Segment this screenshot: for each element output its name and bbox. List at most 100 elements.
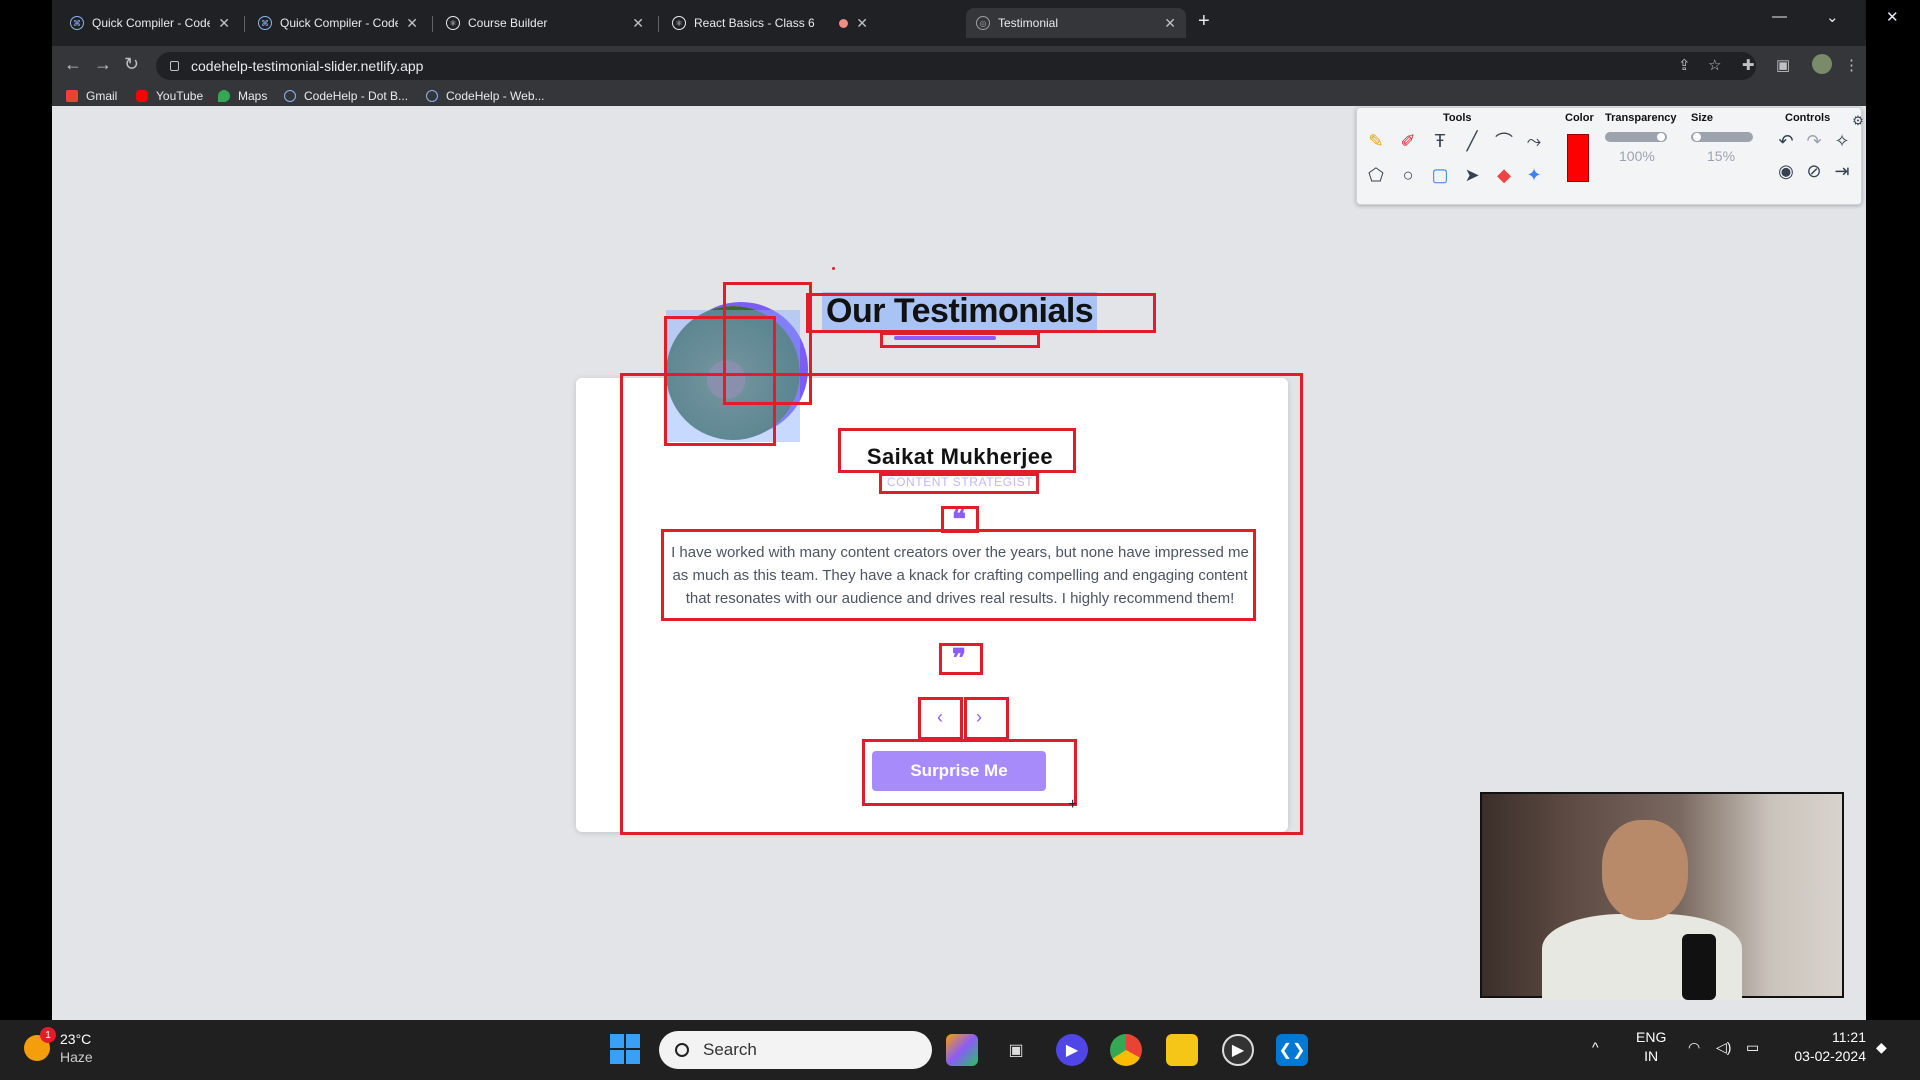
- camera-icon[interactable]: ◉: [1773, 158, 1799, 184]
- profile-avatar[interactable]: [1812, 54, 1832, 74]
- annotation-box-next: [964, 697, 1009, 740]
- tab-title: Testimonial: [998, 16, 1059, 30]
- forward-arrow-icon[interactable]: →: [94, 54, 112, 75]
- tab-quick-compiler-1[interactable]: ⌘ Quick Compiler - CodeHelp Lab ✕: [60, 8, 240, 38]
- task-view-icon[interactable]: ▣: [1000, 1034, 1032, 1066]
- tab-quick-compiler-2[interactable]: ⌘ Quick Compiler - CodeHelp Lab ✕: [248, 8, 428, 38]
- close-tab-icon[interactable]: ✕: [632, 15, 644, 32]
- webcam-overlay: [1480, 792, 1844, 1000]
- tab-course-builder[interactable]: ⚛ Course Builder ✕: [436, 8, 654, 38]
- transparency-knob[interactable]: [1657, 133, 1665, 141]
- bookmark-star-icon[interactable]: ☆: [1708, 56, 1721, 74]
- codehelp-favicon-icon: ⌘: [258, 16, 272, 30]
- bookmark-label: YouTube: [156, 89, 204, 103]
- tab-title: Quick Compiler - CodeHelp Lab: [280, 16, 399, 30]
- reload-icon[interactable]: ↻: [124, 54, 139, 75]
- tab-react-basics[interactable]: ⚛ React Basics - Class 6 ✕: [662, 8, 878, 38]
- taskbar-search[interactable]: Search: [659, 1031, 932, 1069]
- new-tab-button[interactable]: +: [1198, 10, 1210, 33]
- battery-icon[interactable]: ▭: [1746, 1038, 1759, 1057]
- vscode-icon[interactable]: ❮❯: [1276, 1034, 1308, 1066]
- circle-icon[interactable]: ○: [1395, 162, 1421, 188]
- back-arrow-icon[interactable]: ←: [64, 54, 82, 75]
- annotation-box-job: [879, 473, 1039, 494]
- close-tab-icon[interactable]: ✕: [406, 15, 418, 32]
- annotation-box-close-quote: [939, 643, 983, 675]
- side-panel-icon[interactable]: ▣: [1776, 56, 1790, 74]
- globe-icon: ◎: [976, 16, 990, 30]
- hide-eye-icon[interactable]: ⊘: [1801, 158, 1827, 184]
- tab-separator: [658, 16, 659, 32]
- url-text: codehelp-testimonial-slider.netlify.app: [191, 58, 424, 74]
- size-knob[interactable]: [1693, 133, 1701, 141]
- tab-search-icon[interactable]: ⌄: [1826, 8, 1839, 26]
- media-player-icon[interactable]: ▶: [1222, 1034, 1254, 1066]
- annotation-box-button: [862, 739, 1077, 806]
- close-window-button[interactable]: ✕: [1886, 8, 1899, 26]
- undo-icon[interactable]: ↶: [1773, 128, 1799, 154]
- chrome-icon[interactable]: [1110, 1034, 1142, 1066]
- size-slider[interactable]: [1691, 132, 1753, 142]
- bookmark-label: CodeHelp - Dot B...: [304, 89, 409, 103]
- codehelp-icon: [284, 90, 296, 102]
- browser-toolbar: ← → ↻ codehelp-testimonial-slider.netlif…: [52, 46, 1866, 86]
- curve-tool-icon[interactable]: ⌒: [1491, 128, 1517, 154]
- clock[interactable]: 11:21 03-02-2024: [1786, 1028, 1866, 1066]
- share-icon[interactable]: ⇪: [1678, 56, 1691, 74]
- arrow-line-icon[interactable]: ⤳: [1521, 128, 1547, 154]
- file-explorer-icon[interactable]: [1166, 1034, 1198, 1066]
- clear-broom-icon[interactable]: ✧: [1829, 128, 1855, 154]
- close-tab-icon[interactable]: ✕: [856, 15, 868, 32]
- select-pointer-icon[interactable]: ➤: [1459, 162, 1485, 188]
- address-bar[interactable]: codehelp-testimonial-slider.netlify.app: [156, 52, 1756, 80]
- bookmarks-bar: Gmail YouTube Maps CodeHelp - Dot B... C…: [52, 86, 1866, 106]
- show-hidden-icons[interactable]: ^: [1592, 1038, 1599, 1057]
- text-tool-icon[interactable]: Ŧ: [1427, 128, 1453, 154]
- line-tool-icon[interactable]: ╱: [1459, 128, 1485, 154]
- copilot-icon[interactable]: [946, 1034, 978, 1066]
- weather-condition: Haze: [60, 1049, 93, 1065]
- transparency-value: 100%: [1619, 148, 1655, 164]
- tab-strip: ⌘ Quick Compiler - CodeHelp Lab ✕ ⌘ Quic…: [52, 0, 1899, 46]
- weather-widget[interactable]: 1 23°C Haze: [24, 1027, 93, 1066]
- rectangle-icon[interactable]: ▢: [1427, 162, 1453, 188]
- exit-icon[interactable]: ⇥: [1829, 158, 1855, 184]
- bookmark-maps[interactable]: Maps: [218, 86, 267, 106]
- react-favicon-icon: ⚛: [672, 16, 686, 30]
- menu-dots-icon[interactable]: ⋮: [1844, 56, 1859, 74]
- lock-icon: [170, 61, 179, 71]
- color-swatch[interactable]: [1567, 134, 1589, 182]
- minimize-button[interactable]: —: [1772, 8, 1787, 25]
- eraser-icon[interactable]: ◆: [1491, 162, 1517, 188]
- annotation-box-photo: [664, 316, 776, 446]
- extensions-icon[interactable]: ✚: [1742, 56, 1755, 74]
- close-tab-icon[interactable]: ✕: [218, 15, 230, 32]
- notification-bell-icon[interactable]: ◆: [1876, 1038, 1887, 1057]
- person-face: [1602, 820, 1688, 920]
- bookmark-codehelp-dotb[interactable]: CodeHelp - Dot B...: [284, 86, 408, 106]
- bookmark-youtube[interactable]: YouTube: [136, 86, 203, 106]
- lang-text: ENG: [1636, 1029, 1667, 1045]
- language-indicator[interactable]: ENG IN: [1636, 1028, 1666, 1066]
- teams-chat-icon[interactable]: ▶: [1056, 1034, 1088, 1066]
- polygon-icon[interactable]: ⬠: [1363, 162, 1389, 188]
- tab-testimonial[interactable]: ◎ Testimonial ✕: [966, 8, 1186, 38]
- fill-bucket-icon[interactable]: ✦: [1521, 162, 1547, 188]
- region-text: IN: [1644, 1048, 1659, 1064]
- transparency-slider[interactable]: [1605, 132, 1667, 142]
- highlighter-icon[interactable]: ✐: [1395, 128, 1421, 154]
- redo-icon[interactable]: ↷: [1801, 128, 1827, 154]
- wifi-icon[interactable]: ◠: [1688, 1038, 1700, 1057]
- tab-separator: [432, 16, 433, 32]
- tab-title: Quick Compiler - CodeHelp Lab: [92, 16, 211, 30]
- volume-icon[interactable]: ◁): [1716, 1038, 1731, 1057]
- transparency-label: Transparency: [1605, 112, 1677, 124]
- bookmark-label: CodeHelp - Web...: [446, 89, 545, 103]
- pencil-icon[interactable]: ✎: [1363, 128, 1389, 154]
- annotation-box-name: [838, 428, 1076, 473]
- bookmark-codehelp-web[interactable]: CodeHelp - Web...: [426, 86, 545, 106]
- close-tab-icon[interactable]: ✕: [1164, 15, 1176, 32]
- bookmark-gmail[interactable]: Gmail: [66, 86, 117, 106]
- start-windows-icon[interactable]: [610, 1034, 640, 1064]
- weather-icon: 1: [24, 1027, 56, 1061]
